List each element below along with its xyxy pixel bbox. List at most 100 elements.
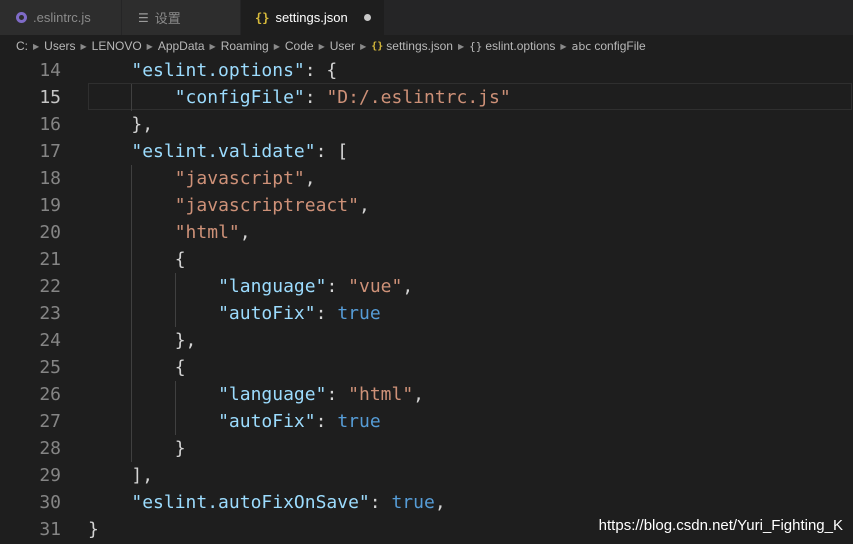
- code-line[interactable]: 16},: [0, 111, 853, 138]
- tab-label: .eslintrc.js: [33, 10, 91, 25]
- tab-label: settings.json: [275, 10, 348, 25]
- line-number: 15: [39, 87, 61, 108]
- line-number: 22: [39, 276, 61, 297]
- line-number: 21: [39, 249, 61, 270]
- code-text: ],: [131, 462, 153, 489]
- indent-guide: [175, 273, 176, 327]
- breadcrumb-item-file[interactable]: {} settings.json: [371, 39, 453, 53]
- json-string: "html": [348, 384, 414, 405]
- json-punctuation: ,: [304, 168, 316, 189]
- line-number: 17: [39, 141, 61, 162]
- breadcrumb-item[interactable]: Roaming: [221, 39, 269, 53]
- code-text: "language": "html",: [218, 381, 424, 408]
- code-text: "eslint.options": {: [131, 57, 337, 84]
- code-line[interactable]: 19 "javascriptreact",: [0, 192, 853, 219]
- breadcrumb-item-object[interactable]: {} eslint.options: [469, 39, 555, 53]
- settings-icon: ☰: [138, 10, 149, 25]
- json-punctuation: ,: [413, 384, 425, 405]
- eslint-icon: [16, 12, 27, 23]
- breadcrumb-item[interactable]: Users: [44, 39, 75, 53]
- json-punctuation: :: [369, 492, 392, 513]
- json-punctuation: :: [304, 87, 327, 108]
- code-line[interactable]: 25 {: [0, 354, 853, 381]
- json-punctuation: ],: [131, 465, 154, 486]
- json-punctuation: : {: [304, 60, 338, 81]
- tab-eslintrc[interactable]: .eslintrc.js: [0, 0, 121, 35]
- line-number: 31: [39, 519, 61, 540]
- tab-settings-ui[interactable]: ☰ 设置: [122, 0, 240, 35]
- line-number: 18: [39, 168, 61, 189]
- json-icon: {}: [371, 40, 384, 52]
- code-line[interactable]: 29],: [0, 462, 853, 489]
- code-text: }: [175, 435, 186, 462]
- code-line[interactable]: 22 "language": "vue",: [0, 273, 853, 300]
- json-punctuation: ,: [402, 276, 414, 297]
- json-punctuation: }: [174, 438, 186, 459]
- json-punctuation: :: [315, 411, 338, 432]
- code-line[interactable]: 18 "javascript",: [0, 165, 853, 192]
- chevron-right-icon: ▶: [560, 41, 567, 51]
- line-number: 24: [39, 330, 61, 351]
- breadcrumb-item[interactable]: LENOVO: [92, 39, 142, 53]
- code-text: "javascriptreact",: [175, 192, 370, 219]
- code-line[interactable]: 26 "language": "html",: [0, 381, 853, 408]
- line-number: 26: [39, 384, 61, 405]
- code-line[interactable]: 28}: [0, 435, 853, 462]
- watermark: https://blog.csdn.net/Yuri_Fighting_K: [598, 517, 843, 534]
- code-line[interactable]: 24},: [0, 327, 853, 354]
- tab-settings-json[interactable]: {} settings.json: [241, 0, 384, 35]
- indent-guide: [131, 165, 132, 462]
- chevron-right-icon: ▶: [273, 41, 280, 51]
- json-punctuation: :: [326, 276, 349, 297]
- code-line[interactable]: 20 "html",: [0, 219, 853, 246]
- json-key: "eslint.autoFixOnSave": [131, 492, 370, 513]
- breadcrumb-item-string[interactable]: abc configFile: [572, 39, 646, 53]
- json-key: "eslint.validate": [131, 141, 316, 162]
- breadcrumb-item[interactable]: Code: [285, 39, 314, 53]
- code-text: {: [175, 354, 186, 381]
- code-line[interactable]: 30 "eslint.autoFixOnSave": true,: [0, 489, 853, 516]
- json-icon: {}: [255, 10, 270, 25]
- line-number: 16: [39, 114, 61, 135]
- json-key: "language": [218, 276, 327, 297]
- code-text: }: [88, 516, 99, 543]
- breadcrumb: C: ▶ Users ▶ LENOVO ▶ AppData ▶ Roaming …: [0, 35, 853, 57]
- json-punctuation: {: [174, 357, 186, 378]
- code-text: "autoFix": true: [218, 408, 381, 435]
- code-line[interactable]: 21 {: [0, 246, 853, 273]
- line-number: 20: [39, 222, 61, 243]
- json-string: "vue": [348, 276, 403, 297]
- json-punctuation: :: [326, 384, 349, 405]
- code-editor[interactable]: 14 "eslint.options": {15 "configFile": "D:…: [0, 57, 853, 544]
- line-number: 29: [39, 465, 61, 486]
- code-line[interactable]: 14 "eslint.options": {: [0, 57, 853, 84]
- unsaved-dot-icon[interactable]: [363, 14, 371, 21]
- line-number: 25: [39, 357, 61, 378]
- tab-bar: .eslintrc.js ☰ 设置 {} settings.json: [0, 0, 853, 35]
- code-text: },: [131, 111, 153, 138]
- code-line[interactable]: 23 "autoFix": true: [0, 300, 853, 327]
- line-number: 30: [39, 492, 61, 513]
- json-punctuation: ,: [434, 492, 446, 513]
- json-string: "javascriptreact": [174, 195, 359, 216]
- json-boolean: true: [391, 492, 435, 513]
- breadcrumb-item[interactable]: C:: [16, 39, 28, 53]
- json-punctuation: : [: [315, 141, 349, 162]
- indent-guide: [175, 381, 176, 435]
- breadcrumb-item[interactable]: AppData: [158, 39, 205, 53]
- string-icon: abc: [571, 39, 592, 53]
- chevron-right-icon: ▶: [80, 41, 87, 51]
- json-punctuation: },: [131, 114, 154, 135]
- code-text: "javascript",: [175, 165, 316, 192]
- line-number: 23: [39, 303, 61, 324]
- chevron-right-icon: ▶: [209, 41, 216, 51]
- code-line[interactable]: 15 "configFile": "D:/.eslintrc.js": [0, 84, 853, 111]
- code-text: "eslint.autoFixOnSave": true,: [131, 489, 445, 516]
- breadcrumb-item[interactable]: User: [330, 39, 355, 53]
- code-text: "html",: [175, 219, 251, 246]
- code-line[interactable]: 27 "autoFix": true: [0, 408, 853, 435]
- json-boolean: true: [337, 303, 381, 324]
- code-line[interactable]: 17 "eslint.validate": [: [0, 138, 853, 165]
- chevron-right-icon: ▶: [457, 41, 465, 51]
- line-number: 19: [39, 195, 61, 216]
